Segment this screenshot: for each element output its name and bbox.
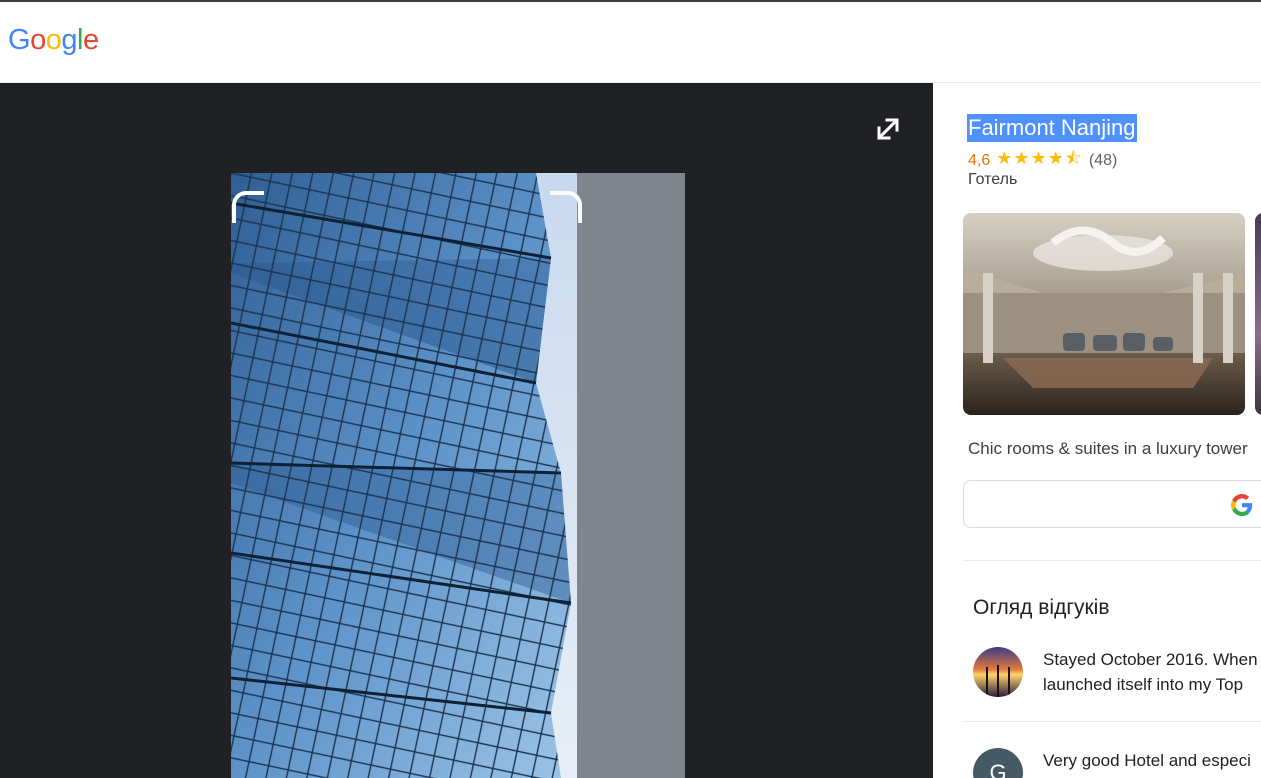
google-logo[interactable]: Google <box>8 24 99 57</box>
logo-letter: G <box>8 24 31 56</box>
rating-value: 4,6 <box>968 152 991 169</box>
review-text-line: Stayed October 2016. When <box>1043 650 1258 669</box>
place-title[interactable]: Fairmont Nanjing <box>967 114 1137 142</box>
logo-letter: o <box>30 24 46 56</box>
divider <box>963 560 1261 561</box>
logo-letter: g <box>61 24 77 56</box>
divider <box>963 721 1261 722</box>
place-description: Chic rooms & suites in a luxury tower <box>968 439 1248 458</box>
logo-letter: e <box>82 24 99 56</box>
review-count[interactable]: (48) <box>1089 152 1117 170</box>
ask-search-box[interactable] <box>963 480 1261 528</box>
expand-icon[interactable] <box>872 113 904 145</box>
reviewer-avatar[interactable]: G <box>973 748 1023 778</box>
google-g-icon <box>1231 494 1253 516</box>
crop-corner-top-left[interactable] <box>232 191 264 223</box>
review-text-line: Very good Hotel and especi <box>1043 751 1251 770</box>
hotel-lobby-photo[interactable] <box>963 213 1245 415</box>
reviewer-avatar[interactable] <box>973 647 1023 697</box>
building-photo[interactable] <box>231 173 685 778</box>
reviews-heading: Огляд відгуків <box>973 596 1110 619</box>
crop-corner-top-right[interactable] <box>550 191 582 223</box>
next-photo-thumbnail[interactable] <box>1255 213 1261 415</box>
image-viewer <box>0 83 933 778</box>
review-text-line: launched itself into my Top <box>1043 675 1244 694</box>
logo-letter: o <box>45 24 62 56</box>
header: Google <box>0 2 1261 83</box>
knowledge-panel: Fairmont Nanjing 4,6 ★★★★⯪ (48) Готель C… <box>933 83 1261 778</box>
place-category: Готель <box>968 171 1018 188</box>
